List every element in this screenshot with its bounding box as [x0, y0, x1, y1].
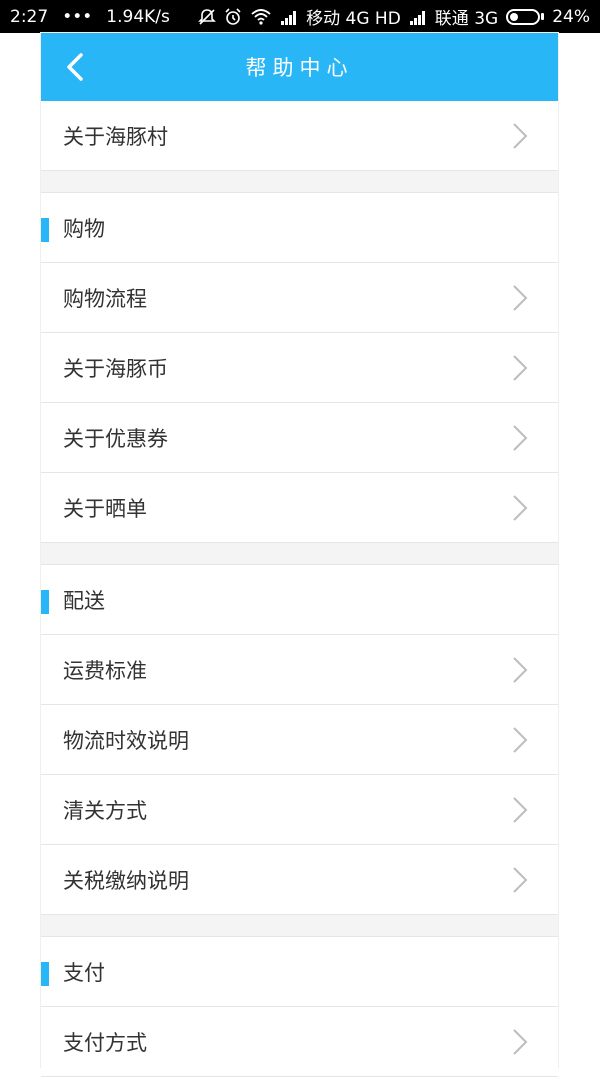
list-item[interactable]: 关于优惠券: [41, 403, 558, 473]
section-header-delivery: 配送: [41, 565, 558, 635]
chevron-right-icon: [513, 1028, 528, 1055]
chevron-right-icon: [513, 494, 528, 521]
list-item-label: 运费标准: [63, 658, 147, 683]
list-item-label: 物流时效说明: [63, 728, 189, 753]
mute-icon: [198, 8, 217, 25]
chevron-right-icon: [513, 796, 528, 823]
status-speed: 1.94K/s: [106, 6, 170, 27]
section-divider: [41, 915, 558, 937]
header-bar: 帮助中心: [41, 33, 558, 101]
wifi-icon: [251, 8, 271, 25]
section-header-shopping: 购物: [41, 193, 558, 263]
status-dots: •••: [62, 6, 93, 27]
carrier-primary: 移动 4G HD: [306, 9, 401, 29]
back-button[interactable]: [55, 47, 95, 87]
signal-icon: [281, 10, 297, 25]
status-bar: 2:27 ••• 1.94K/s 移动 4G HD 联通 3G 24%: [0, 0, 600, 33]
list-item-label: 关于晒单: [63, 496, 147, 521]
page: 帮助中心 关于海豚村 购物 购物流程 关于海豚币 关于优惠券 关于晒单 配送 运…: [0, 33, 600, 1077]
list-item-label: 关于海豚币: [63, 356, 168, 381]
chevron-right-icon: [513, 726, 528, 753]
list-item[interactable]: 购物流程: [41, 263, 558, 333]
list-item[interactable]: 清关方式: [41, 775, 558, 845]
section-accent-bar: [41, 590, 49, 614]
chevron-right-icon: [513, 354, 528, 381]
section-title: 购物: [63, 216, 105, 241]
list-item[interactable]: 物流时效说明: [41, 705, 558, 775]
section-accent-bar: [41, 218, 49, 242]
chevron-right-icon: [513, 284, 528, 311]
list-item-label: 关于海豚村: [63, 124, 168, 149]
list-item-about[interactable]: 关于海豚村: [41, 101, 558, 171]
section-divider: [41, 543, 558, 565]
chevron-right-icon: [513, 866, 528, 893]
signal-icon-2: [409, 10, 425, 25]
section-divider: [41, 171, 558, 193]
carrier-secondary: 联通 3G: [434, 9, 499, 29]
status-time: 2:27: [10, 6, 49, 27]
section-title: 配送: [63, 588, 105, 613]
list-item[interactable]: 运费标准: [41, 635, 558, 705]
list-item-label: 购物流程: [63, 286, 147, 311]
battery-icon: [506, 8, 545, 25]
chevron-right-icon: [513, 656, 528, 683]
battery-percent: 24%: [552, 6, 590, 27]
chevron-right-icon: [513, 424, 528, 451]
section-accent-bar: [41, 962, 49, 986]
list-item[interactable]: 关于晒单: [41, 473, 558, 543]
list-item-label: 清关方式: [63, 798, 147, 823]
section-header-payment: 支付: [41, 937, 558, 1007]
alarm-icon: [225, 7, 241, 25]
chevron-right-icon: [513, 122, 528, 149]
list-item-label: 关于优惠券: [63, 426, 168, 451]
list-item-label: 支付方式: [63, 1030, 147, 1055]
help-center-content: 帮助中心 关于海豚村 购物 购物流程 关于海豚币 关于优惠券 关于晒单 配送 运…: [41, 33, 558, 1077]
page-title: 帮助中心: [245, 56, 354, 80]
section-title: 支付: [63, 960, 105, 985]
chevron-left-icon: [67, 53, 83, 81]
list-item[interactable]: 关于海豚币: [41, 333, 558, 403]
list-item-label: 关税缴纳说明: [63, 868, 189, 893]
list-item[interactable]: 关税缴纳说明: [41, 845, 558, 915]
